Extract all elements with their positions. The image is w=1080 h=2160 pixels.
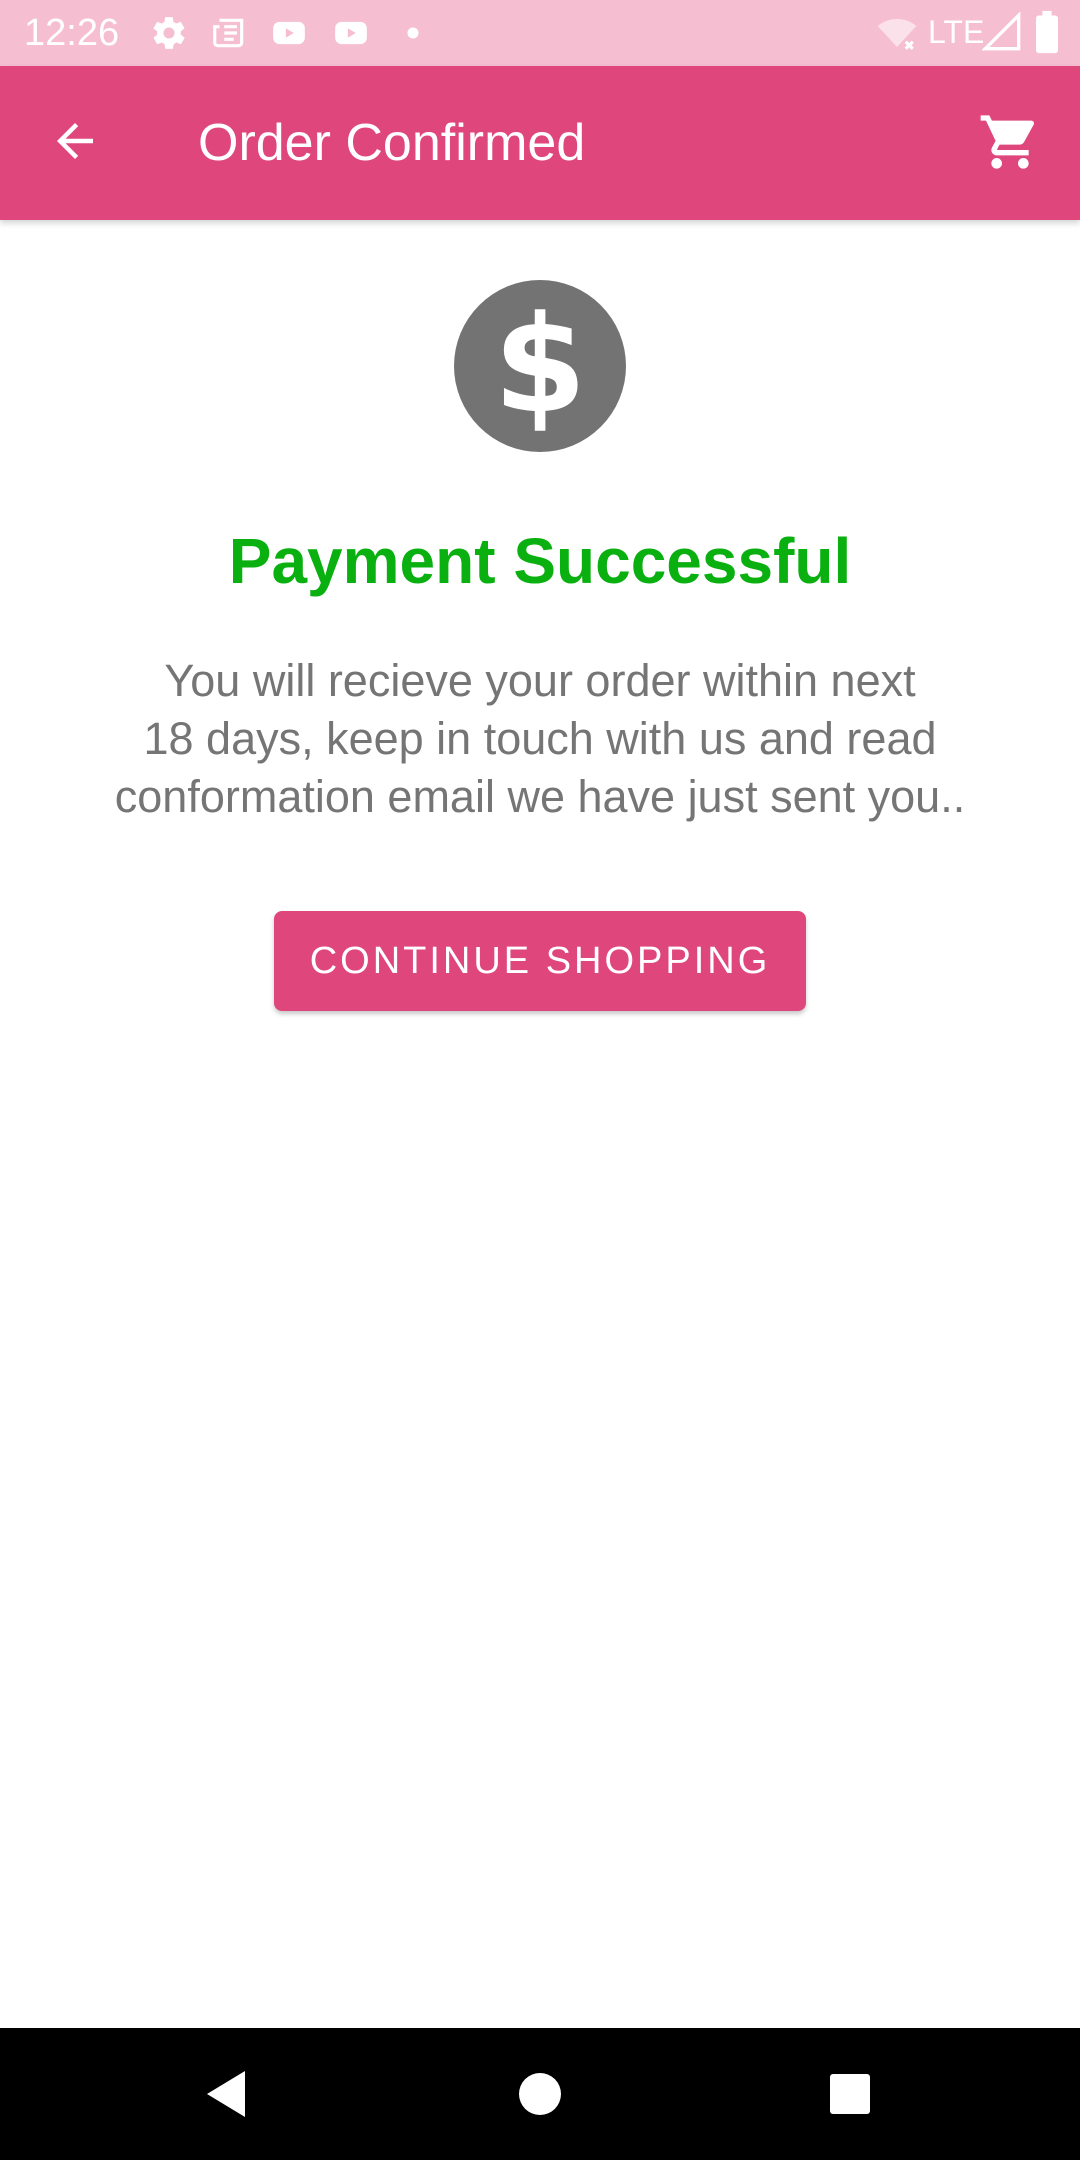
order-message: You will recieve your order within next … <box>40 652 1040 826</box>
message-line: 18 days, keep in touch with us and read <box>143 713 937 764</box>
continue-shopping-button[interactable]: CONTINUE SHOPPING <box>274 911 806 1011</box>
battery-icon <box>1036 10 1058 54</box>
back-button[interactable] <box>40 106 110 176</box>
wifi-off-icon <box>877 19 917 50</box>
status-time: 12:26 <box>24 12 120 54</box>
home-icon <box>519 2073 561 2115</box>
settings-icon <box>153 17 185 49</box>
cart-button[interactable] <box>974 106 1046 178</box>
svg-text:$: $ <box>493 287 586 443</box>
signal-icon <box>982 12 1021 51</box>
news-icon <box>213 18 244 48</box>
dollar-circle-icon: $ <box>454 280 626 452</box>
nav-home-button[interactable] <box>500 2054 580 2134</box>
payment-status-headline: Payment Successful <box>228 525 852 597</box>
nav-back-button[interactable] <box>186 2054 266 2134</box>
order-confirmed-screen: 12:26 LTE Order Confirmed $ Payment Succ… <box>0 0 1080 2160</box>
nav-recents-button[interactable] <box>810 2054 890 2134</box>
youtube-icon <box>335 21 367 45</box>
app-bar: Order Confirmed <box>0 66 1080 220</box>
network-type: LTE <box>928 14 985 50</box>
message-line: You will recieve your order within next <box>164 655 916 706</box>
youtube-icon <box>273 21 305 45</box>
recents-icon <box>830 2074 870 2114</box>
back-icon <box>207 2071 245 2117</box>
page-title: Order Confirmed <box>198 114 586 172</box>
shopping-cart-icon <box>980 115 1035 169</box>
status-bar: 12:26 LTE <box>0 0 1080 66</box>
system-nav-bar <box>0 2028 1080 2160</box>
arrow-back-icon <box>57 123 93 159</box>
message-line: conformation email we have just sent you… <box>114 771 966 822</box>
dot-icon <box>407 27 419 39</box>
